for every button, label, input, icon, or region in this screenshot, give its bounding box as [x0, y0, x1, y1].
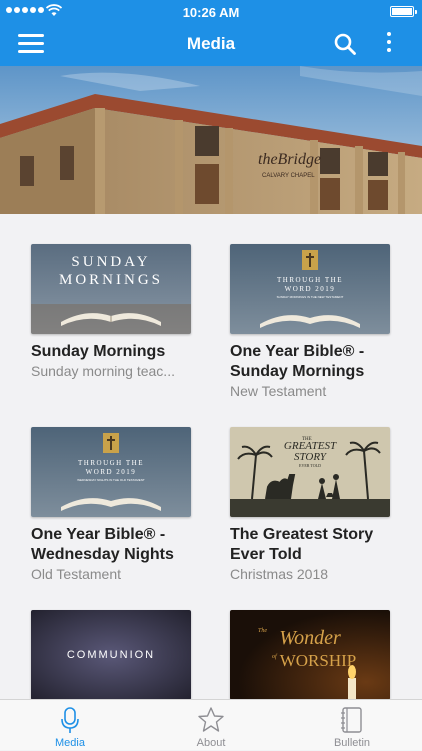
thumb-text: Wonder	[279, 627, 341, 649]
media-card-sunday-mornings[interactable]: SUNDAY MORNINGS Sunday Mornings Sunday m…	[31, 244, 193, 380]
thumb-text: SUNDAY	[71, 254, 150, 270]
media-thumbnail[interactable]: The Wonder of WORSHIP	[230, 610, 390, 700]
media-title: One Year Bible® - Sunday Mornings	[230, 343, 365, 380]
media-thumbnail[interactable]: THE GREATEST STORY EVER TOLD	[230, 427, 390, 517]
thumb-text: WEDNESDAY NIGHTS IN THE OLD TESTAMENT	[77, 478, 145, 482]
media-subtitle: Christmas 2018	[230, 566, 329, 582]
thumb-text: SUNDAY MORNINGS IN THE NEW TESTAMENT	[277, 295, 344, 299]
page-title: Media	[186, 34, 236, 53]
media-thumbnail[interactable]: THROUGH THE WORD 2019 WEDNESDAY NIGHTS I…	[31, 427, 191, 517]
hero-sign-subtext: CALVARY CHAPEL	[262, 173, 315, 179]
microphone-icon	[61, 707, 79, 733]
tab-label: About	[196, 737, 226, 749]
media-card-one-year-bible-sunday[interactable]: THROUGH THE WORD 2019 SUNDAY MORNINGS IN…	[230, 244, 392, 400]
thumb-text: COMMUNION	[67, 649, 155, 661]
nav-bar: Media	[0, 24, 422, 66]
thumb-text: MORNINGS	[59, 272, 163, 288]
tab-bar: Media About Bulletin	[0, 699, 422, 750]
thumb-text: The	[258, 628, 267, 634]
media-thumbnail[interactable]: COMMUNION	[31, 610, 191, 700]
thumb-text: THROUGH THE	[277, 276, 343, 284]
tab-label: Media	[55, 737, 85, 749]
tab-bulletin[interactable]: Bulletin	[282, 700, 422, 751]
hero-church-photo: theBridge CALVARY CHAPEL	[0, 66, 422, 214]
tab-media[interactable]: Media	[0, 700, 140, 751]
tab-about[interactable]: About	[141, 700, 281, 751]
media-thumbnail[interactable]: THROUGH THE WORD 2019 SUNDAY MORNINGS IN…	[230, 244, 390, 334]
battery-icon	[390, 6, 417, 17]
media-title: Sunday Mornings	[31, 343, 166, 360]
media-card-wonder-of-worship[interactable]: The Wonder of WORSHIP	[230, 610, 392, 700]
thumb-text: EVER TOLD	[299, 463, 321, 468]
media-card-communion[interactable]: COMMUNION	[31, 610, 193, 700]
hero-sign-text: theBridge	[258, 151, 321, 168]
thumb-text: WORSHIP	[280, 651, 357, 670]
media-title: One Year Bible® - Wednesday Nights	[31, 526, 174, 563]
media-grid: SUNDAY MORNINGS Sunday Mornings Sunday m…	[0, 214, 422, 700]
media-subtitle: New Testament	[230, 383, 327, 399]
thumb-text: STORY	[294, 451, 328, 463]
notebook-icon	[341, 707, 362, 733]
media-title: The Greatest Story Ever Told	[230, 526, 374, 563]
search-icon[interactable]	[333, 32, 357, 56]
thumb-text: THROUGH THE	[78, 459, 144, 467]
status-bar: 10:26 AM	[0, 0, 422, 24]
media-subtitle: Old Testament	[31, 566, 122, 582]
media-thumbnail[interactable]: SUNDAY MORNINGS	[31, 244, 191, 334]
thumb-text: WORD 2019	[285, 285, 336, 293]
status-time: 10:26 AM	[182, 5, 240, 20]
media-card-one-year-bible-wednesday[interactable]: THROUGH THE WORD 2019 WEDNESDAY NIGHTS I…	[31, 427, 193, 583]
media-subtitle: Sunday morning teac...	[31, 363, 175, 379]
more-options-icon[interactable]	[382, 32, 396, 58]
media-card-greatest-story[interactable]: THE GREATEST STORY EVER TOLD The Greates…	[230, 427, 392, 583]
tab-label: Bulletin	[333, 737, 371, 749]
thumb-text: WORD 2019	[86, 468, 137, 476]
star-icon	[198, 707, 224, 732]
